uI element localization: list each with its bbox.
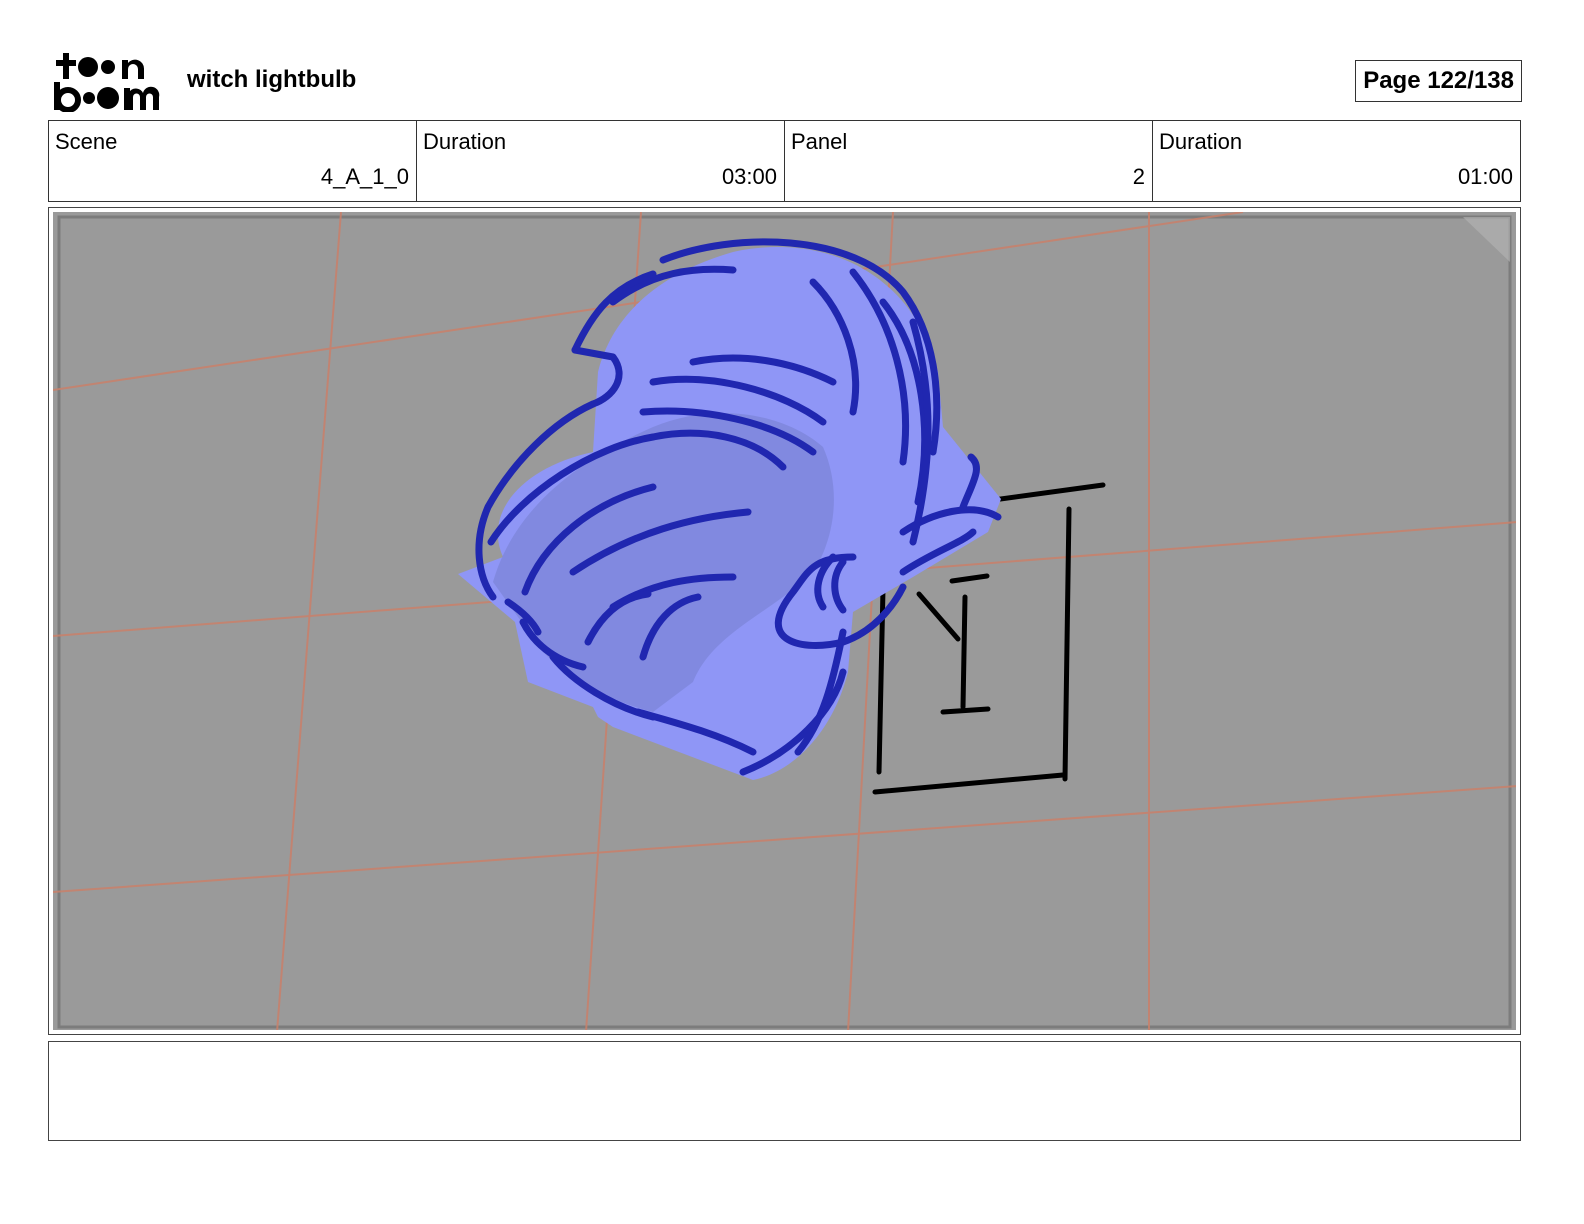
scene-duration-value: 03:00 <box>721 164 777 189</box>
panel-drawing: Y I <box>53 212 1516 1030</box>
scene-value: 4_A_1_0 <box>320 164 409 189</box>
project-title: witch lightbulb <box>187 66 357 93</box>
scene-duration-label: Duration <box>423 129 507 154</box>
panel-duration-cell: Duration 01:00 <box>1153 121 1520 201</box>
panel-notes <box>48 1041 1521 1141</box>
panel-cell: Panel 2 <box>785 121 1153 201</box>
panel-duration-value: 01:00 <box>1457 164 1513 189</box>
scene-label: Scene <box>55 129 118 154</box>
storyboard-panel: Y I <box>48 207 1521 1035</box>
sign-text: Y I <box>973 681 975 683</box>
page-indicator: Page 122/138 <box>1355 60 1522 102</box>
panel-duration-label: Duration <box>1159 129 1243 154</box>
panel-value: 2 <box>1132 164 1145 189</box>
info-table: Scene 4_A_1_0 Duration 03:00 Panel 2 Dur… <box>48 120 1521 202</box>
panel-canvas: Y I <box>53 212 1516 1030</box>
scene-duration-cell: Duration 03:00 <box>417 121 785 201</box>
panel-label: Panel <box>791 129 848 154</box>
scene-cell: Scene 4_A_1_0 <box>49 121 417 201</box>
toon-boom-logo <box>54 53 160 112</box>
